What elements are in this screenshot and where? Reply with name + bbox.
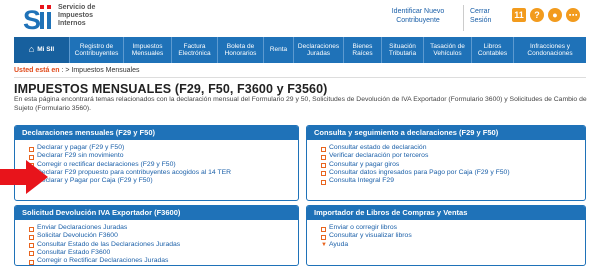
link-declarar-14ter[interactable]: Declarar F29 propuesto para contribuyent… xyxy=(29,169,298,177)
calendar-icon[interactable]: 11 xyxy=(512,8,526,22)
link-declarar-sin-movimiento[interactable]: Declarar F29 sin movimiento xyxy=(29,152,298,161)
home-icon: ⌂ xyxy=(28,44,35,55)
link-consultar-libros[interactable]: Consultar y visualizar libros xyxy=(321,232,585,241)
panel-declaraciones-mensuales: Declaraciones mensuales (F29 y F50) Decl… xyxy=(14,125,299,201)
link-consulta-integral[interactable]: Consulta Integral F29 xyxy=(321,177,585,186)
nav-boleta-honorarios[interactable]: Boleta de Honorarios xyxy=(218,37,264,63)
link-list: Consultar estado de declaración Verifica… xyxy=(307,140,585,186)
link-consultar-giros[interactable]: Consultar y pagar giros xyxy=(321,161,585,169)
sii-logo[interactable]: S xyxy=(22,2,56,34)
breadcrumb-divider xyxy=(14,77,586,78)
nav-impuestos-mensuales[interactable]: Impuestos Mensuales xyxy=(124,37,172,63)
panel-title: Declaraciones mensuales (F29 y F50) xyxy=(15,126,298,140)
link-declarar-pagar-caja[interactable]: Declarar y Pagar por Caja (F29 y F50) xyxy=(29,177,298,186)
link-verificar-terceros[interactable]: Verificar declaración por terceros xyxy=(321,152,585,161)
link-declarar-pagar[interactable]: Declarar y pagar (F29 y F50) xyxy=(29,144,298,152)
identify-taxpayer-link[interactable]: Identificar Nuevo Contribuyente xyxy=(379,7,457,25)
panel-consulta-seguimiento: Consulta y seguimiento a declaraciones (… xyxy=(306,125,586,201)
header-icons: 11 ? ● ⋯ xyxy=(512,8,580,22)
nav-factura-electronica[interactable]: Factura Electrónica xyxy=(172,37,218,63)
site-header: S Servicio de Impuestos Internos Identif… xyxy=(0,0,600,36)
link-corregir-dj[interactable]: Corregir o Rectificar Declaraciones Jura… xyxy=(29,257,298,265)
help-icon[interactable]: ? xyxy=(530,8,544,22)
breadcrumb-path: : > Impuestos Mensuales xyxy=(59,67,140,74)
more-icon[interactable]: ⋯ xyxy=(566,8,580,22)
org-name: Servicio de Impuestos Internos xyxy=(58,4,96,27)
link-ayuda[interactable]: ▼ Ayuda xyxy=(321,241,585,249)
nav-bienes-raices[interactable]: Bienes Raíces xyxy=(344,37,382,63)
nav-tasacion-vehiculos[interactable]: Tasación de Vehículos xyxy=(424,37,472,63)
link-list: Enviar o corregir libros Consultar y vis… xyxy=(307,220,585,249)
header-divider xyxy=(463,5,464,31)
nav-situacion-tributaria[interactable]: Situación Tributaria xyxy=(382,37,424,63)
red-arrow-icon xyxy=(0,160,48,194)
page-title: IMPUESTOS MENSUALES (F29, F50, F3600 y F… xyxy=(14,82,328,96)
nav-libros-contables[interactable]: Libros Contables xyxy=(472,37,514,63)
link-consultar-pago-caja[interactable]: Consultar datos ingresados para Pago por… xyxy=(321,169,585,177)
link-list: Declarar y pagar (F29 y F50) Declarar F2… xyxy=(15,140,298,186)
link-consultar-estado-dj[interactable]: Consultar Estado de las Declaraciones Ju… xyxy=(29,241,298,249)
nav-mi-sii[interactable]: ⌂ Mi SII xyxy=(14,37,70,63)
nav-infracciones-condonaciones[interactable]: Infracciones y Condonaciones xyxy=(514,37,586,63)
triangle-icon: ▼ xyxy=(321,241,327,248)
link-enviar-libros[interactable]: Enviar o corregir libros xyxy=(321,224,585,232)
panel-title: Consulta y seguimiento a declaraciones (… xyxy=(307,126,585,140)
page-description: En esta página encontrará temas relacion… xyxy=(14,96,587,112)
panel-devolucion-iva: Solicitud Devolución IVA Exportador (F36… xyxy=(14,205,299,266)
breadcrumb: Usted está en : > Impuestos Mensuales xyxy=(14,67,586,74)
nav-renta[interactable]: Renta xyxy=(264,37,294,63)
breadcrumb-label: Usted está en xyxy=(14,67,60,74)
main-nav: ⌂ Mi SII Registro de Contribuyentes Impue… xyxy=(14,37,586,63)
panel-title: Importador de Libros de Compras y Ventas xyxy=(307,206,585,220)
nav-registro-contribuyentes[interactable]: Registro de Contribuyentes xyxy=(70,37,124,63)
user-icon[interactable]: ● xyxy=(548,8,562,22)
link-corregir-rectificar[interactable]: Corregir o rectificar declaraciones (F29… xyxy=(29,161,298,169)
link-consultar-estado-f3600[interactable]: Consultar Estado F3600 xyxy=(29,249,298,257)
nav-declaraciones-juradas[interactable]: Declaraciones Juradas xyxy=(294,37,344,63)
link-consultar-estado[interactable]: Consultar estado de declaración xyxy=(321,144,585,152)
link-enviar-dj[interactable]: Enviar Declaraciones Juradas xyxy=(29,224,298,232)
panel-importador-libros: Importador de Libros de Compras y Ventas… xyxy=(306,205,586,266)
logout-link[interactable]: Cerrar Sesión xyxy=(470,7,512,25)
svg-text:S: S xyxy=(23,5,41,34)
panel-title: Solicitud Devolución IVA Exportador (F36… xyxy=(15,206,298,220)
link-list: Enviar Declaraciones Juradas Solicitar D… xyxy=(15,220,298,265)
link-solicitar-devolucion[interactable]: Solicitar Devolución F3600 xyxy=(29,232,298,241)
